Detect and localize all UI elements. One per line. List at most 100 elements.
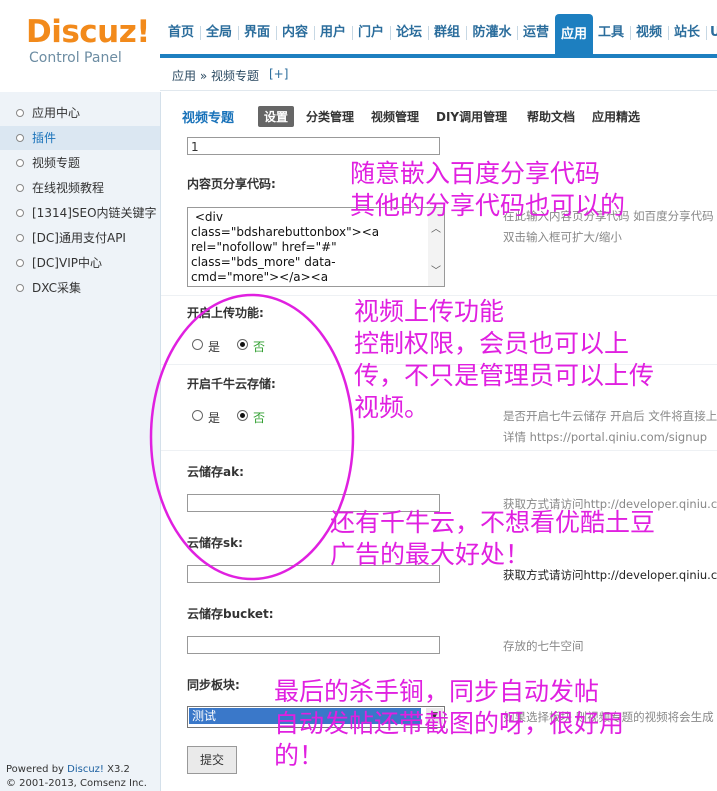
annotation-line: 视频上传功能 (354, 297, 505, 326)
submit-button[interactable]: 提交 (187, 746, 237, 774)
topnav-item-tools[interactable]: 工具 (596, 20, 626, 46)
bucket-tip: 存放的七牛空间 (503, 639, 584, 653)
annotation-upload: 视频上传功能 控制权限，会员也可以上 传，不只是管理员可以上传 视频。 (354, 296, 654, 424)
topnav-item-content[interactable]: 内容 (280, 20, 310, 46)
topnav-item-style[interactable]: 界面 (242, 20, 272, 46)
ak-label: 云储存ak: (187, 465, 244, 479)
sidebar-item-seo-links[interactable]: [1314]SEO内链关键字 (0, 201, 160, 225)
topnav-separator (390, 26, 391, 40)
qiniu-tip-url: 详情 https://portal.qiniu.com/signup (503, 430, 708, 444)
tab-help-docs[interactable]: 帮助文档 (527, 108, 575, 125)
annotation-qiniu: 还有千牛云，不想看优酷土豆 广告的最大好处！ (330, 507, 655, 571)
annotation-line: 自动发帖还带截图的呀，很好用 (274, 709, 625, 738)
bullet-icon (16, 134, 24, 142)
logo[interactable]: Discuz! Control Panel (0, 0, 160, 92)
topnav-separator (314, 26, 315, 40)
sidebar-item-label: [1314]SEO内链关键字 (32, 206, 157, 220)
topnav-item-webmaster[interactable]: 站长 (672, 20, 702, 46)
annotation-line: 广告的最大好处！ (330, 540, 531, 569)
topnav-item-portal[interactable]: 门户 (356, 20, 386, 46)
powered-by-link[interactable]: Discuz! (67, 764, 104, 775)
breadcrumb-add-link[interactable]: [+] (269, 67, 288, 81)
setting-input-top[interactable]: 1 (187, 137, 440, 155)
sidebar-item-label: 应用中心 (32, 106, 81, 120)
header: Discuz! Control Panel 首页 全局 界面 内容 用户 门户 … (0, 0, 717, 92)
bullet-icon (16, 259, 24, 267)
topnav-item-apps[interactable]: 应用 (555, 14, 593, 54)
bullet-icon (16, 159, 24, 167)
chevron-up-icon[interactable]: ︿ (431, 220, 441, 235)
topnav-item-user[interactable]: 用户 (318, 20, 348, 46)
tab-category-manage[interactable]: 分类管理 (306, 108, 354, 125)
topnav-item-global[interactable]: 全局 (204, 20, 234, 46)
chevron-down-icon[interactable]: ﹀ (431, 262, 441, 277)
sidebar-item-vip-center[interactable]: [DC]VIP中心 (0, 251, 160, 275)
powered-by-version: X3.2 (103, 764, 130, 775)
bullet-icon (16, 234, 24, 242)
topnav-separator (276, 26, 277, 40)
sidebar-item-plugins[interactable]: 插件 (0, 126, 160, 150)
topnav-item-home[interactable]: 首页 (166, 20, 196, 46)
sidebar-item-label: [DC]通用支付API (32, 231, 126, 245)
sidebar-item-label: 视频专题 (32, 156, 81, 170)
sidebar-item-payment-api[interactable]: [DC]通用支付API (0, 226, 160, 250)
bullet-icon (16, 284, 24, 292)
sidebar-item-app-center[interactable]: 应用中心 (0, 101, 160, 125)
bucket-input[interactable] (187, 636, 440, 654)
radio-label: 是 (208, 411, 221, 425)
annotation-line: 最后的杀手锏，同步自动发帖 (274, 677, 600, 706)
topnav-separator (428, 26, 429, 40)
topnav-separator (352, 26, 353, 40)
sync-forum-label: 同步板块: (187, 678, 240, 692)
topnav-separator (200, 26, 201, 40)
topnav-item-video[interactable]: 视频 (634, 20, 664, 46)
logo-brand: Discuz! (26, 14, 150, 50)
annotation-line: 传，不只是管理员可以上传 (354, 361, 655, 390)
tab-video-manage[interactable]: 视频管理 (371, 108, 419, 125)
bullet-icon (16, 184, 24, 192)
annotation-line: 还有千牛云，不想看优酷土豆 (330, 508, 656, 537)
plugin-subnav: 视频专题 设置 分类管理 视频管理 DIY调用管理 帮助文档 应用精选 (161, 92, 717, 138)
sidebar-item-label: 在线视频教程 (32, 181, 105, 195)
topnav-separator (706, 26, 707, 40)
topnav-separator (517, 26, 518, 40)
sidebar: 应用中心 插件 视频专题 在线视频教程 [1314]SEO内链关键字 [DC]通… (0, 92, 161, 791)
tab-app-picks[interactable]: 应用精选 (592, 108, 640, 125)
tab-settings[interactable]: 设置 (258, 106, 295, 127)
powered-by-prefix: Powered by (6, 764, 68, 775)
bullet-icon (16, 109, 24, 117)
radio-circle-icon (192, 339, 203, 350)
sidebar-footer: Powered by Discuz! X3.2 © 2001-2013, Com… (6, 763, 147, 791)
tab-diy-manage[interactable]: DIY调用管理 (436, 108, 507, 125)
upload-label: 开启上传功能: (187, 306, 264, 320)
annotation-line: 控制权限，会员也可以上 (354, 329, 630, 358)
topnav-separator (630, 26, 631, 40)
topnav-item-group[interactable]: 群组 (432, 20, 462, 46)
sk-label: 云储存sk: (187, 536, 243, 550)
radio-label: 否 (253, 340, 266, 354)
radio-checked-icon (237, 410, 248, 421)
breadcrumb-text: 应用 » 视频专题 (172, 69, 259, 83)
sidebar-item-video-tutorial[interactable]: 在线视频教程 (0, 176, 160, 200)
sidebar-item-label: DXC采集 (32, 281, 81, 295)
topnav-separator (238, 26, 239, 40)
qiniu-label: 开启千牛云存储: (187, 377, 276, 391)
sidebar-item-label: [DC]VIP中心 (32, 256, 102, 270)
bucket-label: 云储存bucket: (187, 607, 274, 621)
radio-checked-icon (237, 339, 248, 350)
radio-label: 否 (253, 411, 266, 425)
topnav-item-antispam[interactable]: 防灌水 (470, 20, 514, 46)
topnav-item-forum[interactable]: 论坛 (394, 20, 424, 46)
topnav-item-ucenter[interactable]: U (710, 20, 717, 46)
annotation-share-code: 随意嵌入百度分享代码 其他的分享代码也可以的 (350, 158, 625, 222)
topnav-item-operation[interactable]: 运营 (520, 20, 552, 46)
share-code-tip-expand: 双击输入框可扩大/缩小 (503, 230, 622, 244)
annotation-line: 的！ (274, 741, 325, 770)
sidebar-item-dxc-collect[interactable]: DXC采集 (0, 276, 160, 300)
annotation-line: 随意嵌入百度分享代码 (350, 159, 601, 188)
plugin-title[interactable]: 视频专题 (182, 107, 234, 126)
topnav-separator (466, 26, 467, 40)
sidebar-item-label: 插件 (32, 131, 57, 145)
sidebar-item-video-topic[interactable]: 视频专题 (0, 151, 160, 175)
powered-by-line: Powered by Discuz! X3.2 (6, 763, 147, 777)
